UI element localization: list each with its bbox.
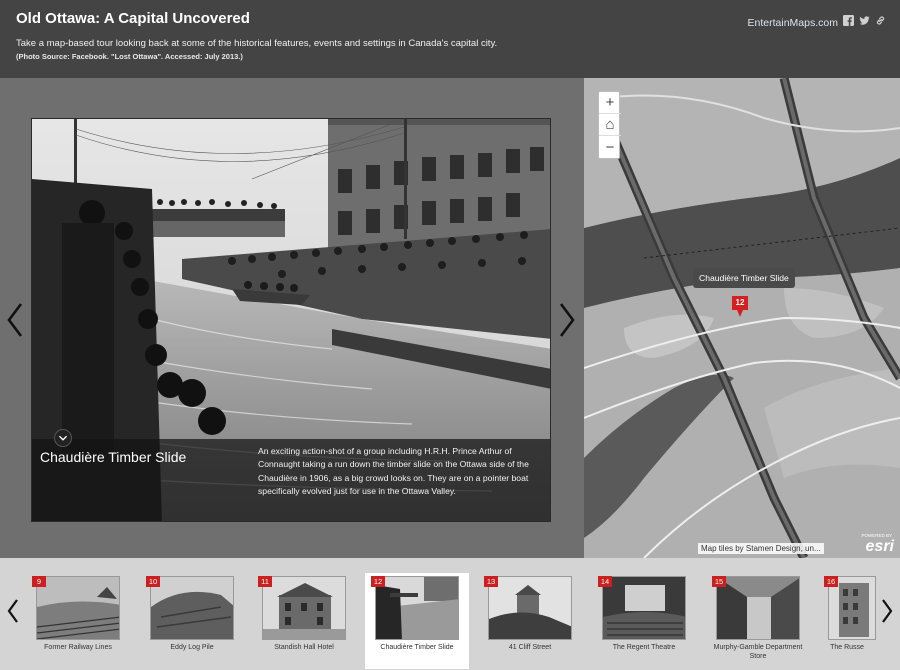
thumb-number: 14 — [598, 576, 612, 587]
caption-title: Chaudière Timber Slide — [40, 449, 186, 465]
facebook-icon[interactable] — [843, 15, 854, 26]
thumb-item[interactable]: 9 Former Railway Lines — [26, 573, 130, 669]
story-photo: Chaudière Timber Slide An exciting actio… — [31, 118, 551, 522]
thumb-label: Murphy-Gamble Department Store — [706, 643, 810, 661]
thumb-item[interactable]: 15 Murphy-Gamble Department Store — [706, 573, 810, 669]
zoom-out-button[interactable]: − — [599, 136, 621, 158]
link-icon[interactable] — [875, 15, 886, 26]
thumb-number: 16 — [824, 576, 838, 587]
twitter-icon[interactable] — [859, 15, 870, 26]
caption-text: An exciting action-shot of a group inclu… — [258, 445, 544, 498]
esri-logo[interactable]: esri — [866, 538, 894, 556]
home-button[interactable]: ⌂ — [599, 114, 621, 136]
thumb-label: The Regent Theatre — [592, 643, 696, 652]
thumb-image — [36, 576, 120, 640]
thumb-item-active[interactable]: 12 Chaudière Timber Slide — [365, 573, 469, 669]
zoom-controls: + ⌂ − — [598, 91, 620, 159]
zoom-in-button[interactable]: + — [599, 92, 621, 114]
thumb-image — [150, 576, 234, 640]
thumb-image — [262, 576, 346, 640]
header: Old Ottawa: A Capital Uncovered Take a m… — [0, 0, 900, 78]
caption-panel: Chaudière Timber Slide An exciting actio… — [32, 439, 551, 521]
chevron-down-icon[interactable] — [54, 429, 72, 447]
page-title: Old Ottawa: A Capital Uncovered — [16, 10, 250, 27]
thumb-number: 10 — [146, 576, 160, 587]
page-subtitle: Take a map-based tour looking back at so… — [16, 38, 497, 49]
thumb-item[interactable]: 16 The Russe — [818, 573, 876, 669]
social-links — [843, 15, 886, 26]
previous-arrow-icon[interactable] — [5, 302, 25, 338]
map-tooltip: Chaudière Timber Slide — [693, 268, 795, 288]
thumb-number: 15 — [712, 576, 726, 587]
thumb-label: 41 Cliff Street — [478, 643, 582, 652]
pin-number: 12 — [732, 296, 748, 310]
thumb-label: The Russe — [818, 643, 876, 652]
story-panel: Chaudière Timber Slide An exciting actio… — [0, 78, 584, 558]
map-panel[interactable]: + ⌂ − Chaudière Timber Slide 12 Map tile… — [584, 78, 900, 558]
thumb-item[interactable]: 11 Standish Hall Hotel — [252, 573, 356, 669]
thumb-label: Standish Hall Hotel — [252, 643, 356, 652]
next-arrow-icon[interactable] — [557, 302, 577, 338]
thumb-item[interactable]: 14 The Regent Theatre — [592, 573, 696, 669]
map-pin[interactable]: 12 — [732, 296, 748, 318]
thumb-item[interactable]: 10 Eddy Log Pile — [140, 573, 244, 669]
thumb-item[interactable]: 13 41 Cliff Street — [478, 573, 582, 669]
carousel-next-icon[interactable] — [880, 598, 894, 624]
map-attribution[interactable]: Map tiles by Stamen Design, un... — [698, 543, 824, 554]
thumb-label: Eddy Log Pile — [140, 643, 244, 652]
thumb-image — [488, 576, 572, 640]
thumb-label: Former Railway Lines — [26, 643, 130, 652]
thumbnail-carousel: 9 Former Railway Lines 10 Eddy Log Pile … — [0, 558, 900, 670]
thumb-number: 11 — [258, 576, 272, 587]
carousel-prev-icon[interactable] — [6, 598, 20, 624]
thumb-image — [716, 576, 800, 640]
photo-credit: (Photo Source: Facebook. "Lost Ottawa". … — [16, 52, 243, 61]
thumb-label: Chaudière Timber Slide — [365, 643, 469, 652]
thumb-number: 9 — [32, 576, 46, 587]
thumb-number: 12 — [371, 576, 385, 587]
brand-link[interactable]: EntertainMaps.com — [748, 17, 838, 29]
thumb-image — [602, 576, 686, 640]
thumb-image — [375, 576, 459, 640]
thumb-number: 13 — [484, 576, 498, 587]
